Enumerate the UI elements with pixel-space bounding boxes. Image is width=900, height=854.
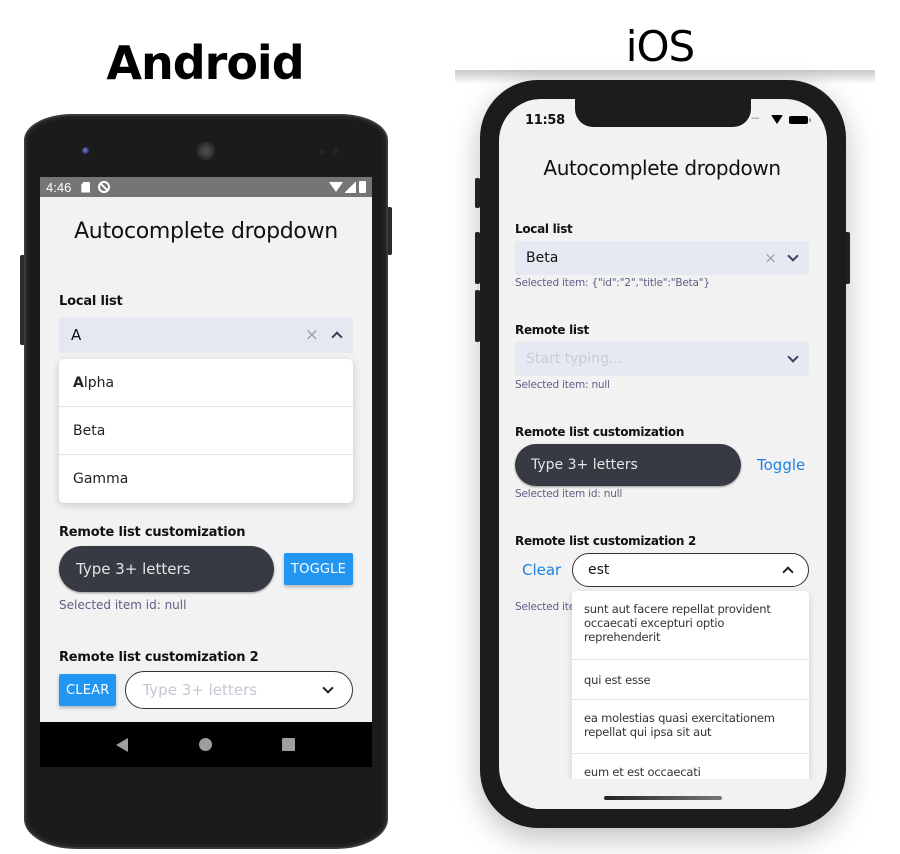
clear-button[interactable]: Clear [522,561,561,579]
remote-custom-selected: Selected item id: null [515,488,623,500]
remote-custom2-label: Remote list customization 2 [515,534,697,548]
remote-custom2-label: Remote list customization 2 [59,650,259,665]
dropdown-option[interactable]: Beta [59,407,353,455]
clear-button[interactable]: CLEAR [59,674,117,706]
clear-icon[interactable]: × [764,249,777,267]
status-time: 11:58 [525,113,565,128]
toggle-button[interactable]: Toggle [757,456,805,474]
remote-custom-selected: Selected item id: null [59,598,187,612]
remote-custom2-selected: Selected ite [515,601,575,613]
wifi-icon [771,115,783,124]
dropdown-option[interactable]: Gamma [59,455,353,503]
remote-custom2-input[interactable]: Type 3+ letters [125,671,353,709]
home-icon[interactable] [199,738,212,751]
android-nav-bar [40,722,372,767]
chevron-down-icon[interactable] [787,351,799,363]
option-match: A [73,374,84,391]
sensor-icon [333,149,338,154]
remote-custom2-placeholder: Type 3+ letters [142,681,257,699]
dropdown-option[interactable]: ea molestias quasi exercitationem repell… [572,700,809,754]
android-title: Android [106,36,304,90]
remote-custom-input[interactable]: Type 3+ letters [59,546,275,592]
signal-dots-icon: ..... [751,111,759,121]
speaker-icon [197,142,215,160]
ios-bottom-area [499,779,827,809]
remote-list-label: Remote list [515,323,589,337]
local-list-selected: Selected item: {"id":"2","title":"Beta"} [515,277,710,289]
remote-list-placeholder: Start typing... [526,351,623,367]
option-text: lpha [83,374,115,391]
remote-custom2-dropdown: sunt aut facere repellat provident occae… [572,591,809,780]
ios-title: iOS [625,22,695,71]
ios-notch [575,99,751,127]
local-list-value: Beta [526,250,559,266]
option-text: Beta [73,422,106,439]
back-icon[interactable] [116,737,128,752]
sd-card-icon [81,181,91,193]
remote-custom2-input[interactable]: est [572,553,809,587]
recents-icon[interactable] [282,738,295,751]
option-text: Gamma [73,471,129,487]
remote-custom-label: Remote list customization [59,525,246,540]
sync-icon [98,181,111,193]
battery-icon [789,116,811,124]
wifi-icon [329,182,343,192]
ios-screen: 11:58 ..... Autocomplete dropdown Local … [499,99,827,809]
signal-icon [345,181,356,193]
dropdown-option[interactable]: sunt aut facere repellat provident occae… [572,591,809,660]
remote-custom-placeholder: Type 3+ letters [531,457,638,473]
status-time: 4:46 [46,179,72,195]
dropdown-option[interactable]: Alpha [59,359,353,407]
remote-list-input[interactable]: Start typing... [515,342,809,376]
remote-list-selected: Selected item: null [515,379,610,391]
remote-custom-placeholder: Type 3+ letters [76,560,191,578]
battery-icon [359,181,366,193]
toggle-button[interactable]: TOGGLE [284,553,353,585]
page-title: Autocomplete dropdown [543,156,781,180]
camera-icon [82,147,90,155]
local-list-label: Local list [515,222,573,236]
page-title: Autocomplete dropdown [74,219,338,244]
chevron-down-icon[interactable] [787,250,799,262]
android-status-bar: 4:46 [40,177,372,197]
local-list-input[interactable]: Beta × [515,241,809,275]
sensor-icon [320,149,325,154]
home-indicator[interactable] [604,796,722,800]
dropdown-option[interactable]: qui est esse [572,660,809,700]
chevron-up-icon[interactable] [782,566,794,578]
local-list-value: A [71,326,82,344]
chevron-up-icon[interactable] [331,331,343,343]
remote-custom2-value: est [588,562,610,578]
local-list-input[interactable]: A × [59,317,353,353]
dropdown-option[interactable]: eum et est occaecati [572,754,809,780]
android-screen: 4:46 Autocomplete dropdown Local list A … [40,177,372,767]
local-list-label: Local list [59,294,123,309]
remote-custom-input[interactable]: Type 3+ letters [515,444,741,486]
remote-custom-label: Remote list customization [515,425,685,439]
chevron-down-icon[interactable] [322,682,334,694]
clear-icon[interactable]: × [305,325,319,345]
local-list-dropdown: Alpha Beta Gamma [59,359,353,503]
